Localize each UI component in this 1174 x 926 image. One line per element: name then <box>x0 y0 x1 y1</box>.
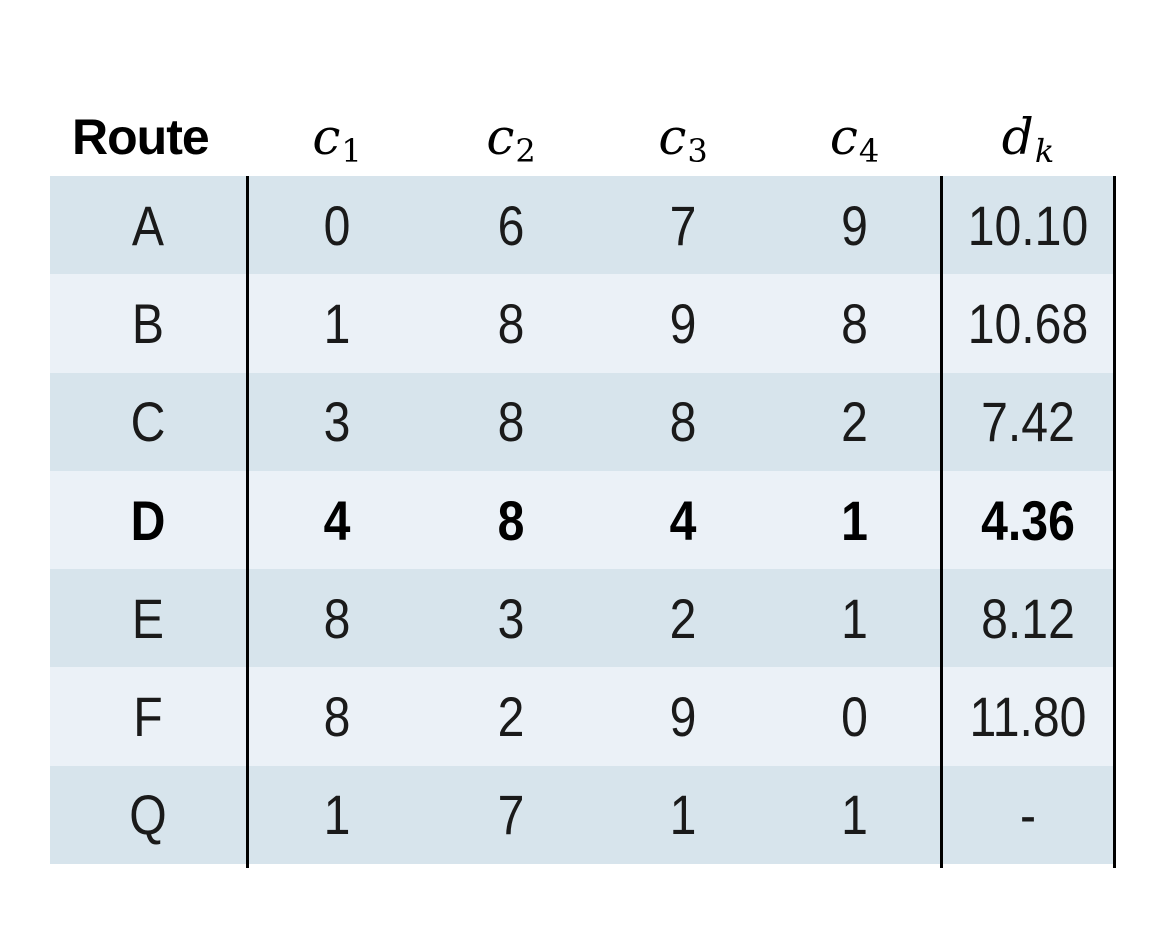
table-row-a: A 0 6 7 9 10.10 <box>50 176 1116 275</box>
cell-c3: 1 <box>669 783 697 847</box>
header-c4: c4 <box>769 98 940 176</box>
header-c2: c2 <box>425 98 597 176</box>
column-divider-dk-left <box>940 176 943 868</box>
header-c1: c1 <box>249 98 425 176</box>
cell-c4: 8 <box>841 291 868 355</box>
table-row-b: B 1 8 9 8 10.68 <box>50 274 1116 373</box>
header-c4-subscript: 4 <box>858 132 880 170</box>
cell-c3: 8 <box>669 390 697 454</box>
header-c4-symbol: c <box>829 108 858 166</box>
cell-route: A <box>131 193 165 257</box>
cell-dk: 4.36 <box>981 488 1075 552</box>
cell-c2: 8 <box>497 291 525 355</box>
header-dk: dk <box>943 98 1113 176</box>
cell-c1: 0 <box>323 193 351 257</box>
cell-c1: 3 <box>323 390 351 454</box>
header-c3-subscript: 3 <box>687 132 708 170</box>
cell-c4: 9 <box>841 193 868 257</box>
cell-dk: 10.10 <box>967 193 1089 257</box>
table-body: A 0 6 7 9 10.10 B 1 8 9 8 10.68 C 3 8 8 … <box>50 176 1116 865</box>
cell-c3: 7 <box>669 193 697 257</box>
cell-dk: 10.68 <box>967 291 1089 355</box>
cell-c4: 0 <box>841 685 868 749</box>
cell-c1: 8 <box>323 586 351 650</box>
header-c1-subscript: 1 <box>341 132 362 170</box>
column-divider-route <box>246 176 249 868</box>
table-row-f: F 8 2 9 0 11.80 <box>50 667 1116 766</box>
header-route: Route <box>72 109 210 165</box>
cell-c2: 8 <box>497 390 525 454</box>
cell-c4: 1 <box>841 586 868 650</box>
cell-c3: 4 <box>669 488 697 552</box>
cell-c1: 1 <box>323 783 351 847</box>
table-row-c: C 3 8 8 2 7.42 <box>50 372 1116 471</box>
cell-dk: 7.42 <box>981 390 1075 454</box>
cell-c1: 1 <box>323 291 351 355</box>
column-divider-dk-right <box>1113 176 1116 868</box>
header-c3: c3 <box>597 98 769 176</box>
cell-route: B <box>131 291 165 355</box>
cell-dk: 8.12 <box>981 586 1075 650</box>
cell-route: F <box>133 685 163 749</box>
route-distance-table: Route c1 c2 c3 c4 dk A 0 6 7 9 10.10 B 1… <box>50 98 1116 868</box>
table-row-q: Q 1 7 1 1 - <box>50 765 1116 865</box>
table-row-d-highlighted: D 4 8 4 1 4.36 <box>50 470 1116 570</box>
header-c2-subscript: 2 <box>515 132 536 170</box>
cell-dk: - <box>1019 783 1037 847</box>
cell-route: C <box>130 390 166 454</box>
cell-dk: 11.80 <box>969 685 1087 749</box>
cell-c1: 8 <box>323 685 351 749</box>
table-row-e: E 8 3 2 1 8.12 <box>50 569 1116 668</box>
cell-route: D <box>130 488 166 552</box>
header-c2-symbol: c <box>486 108 515 166</box>
page: Route c1 c2 c3 c4 dk A 0 6 7 9 10.10 B 1… <box>0 0 1174 926</box>
cell-route: E <box>131 586 165 650</box>
cell-c2: 8 <box>497 488 525 552</box>
cell-c1: 4 <box>323 488 351 552</box>
cell-c2: 3 <box>497 586 525 650</box>
header-c1-symbol: c <box>312 108 341 166</box>
cell-c3: 9 <box>669 685 697 749</box>
cell-c4: 1 <box>841 783 868 847</box>
cell-c2: 6 <box>497 193 525 257</box>
cell-c3: 9 <box>669 291 697 355</box>
cell-c3: 2 <box>669 586 697 650</box>
cell-c4: 1 <box>841 488 868 552</box>
header-dk-symbol: d <box>1001 108 1034 166</box>
cell-c2: 7 <box>497 783 525 847</box>
cell-c2: 2 <box>497 685 525 749</box>
table-header-row: Route c1 c2 c3 c4 dk <box>50 98 1116 176</box>
header-dk-subscript: k <box>1034 132 1055 170</box>
cell-c4: 2 <box>841 390 868 454</box>
header-c3-symbol: c <box>658 108 687 166</box>
cell-route: Q <box>129 783 167 847</box>
